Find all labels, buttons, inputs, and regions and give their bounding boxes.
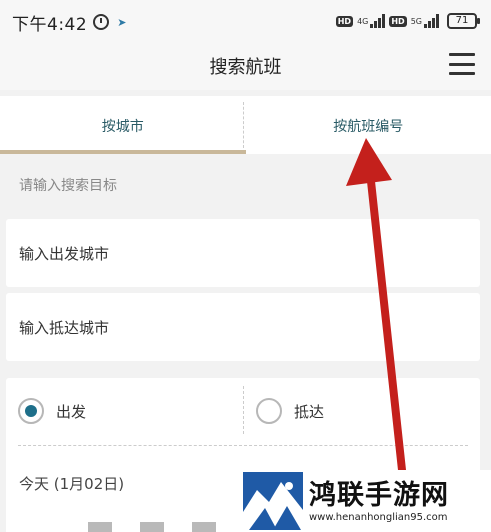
status-indicators: HD 4G HD 5G 71 (335, 13, 480, 29)
hd-badge: HD (335, 15, 354, 27)
hd-badge-2: HD (389, 15, 407, 27)
signal-icon (370, 14, 386, 28)
watermark-logo-icon (243, 472, 303, 530)
departure-city-input[interactable]: 输入出发城市 (6, 219, 480, 287)
bottom-block (88, 522, 112, 532)
tab-divider (243, 102, 244, 148)
radio-arrive-label: 抵达 (294, 402, 325, 421)
bottom-partial-items (88, 522, 216, 532)
status-time: 下午4:42 (12, 14, 88, 35)
row-separator (18, 445, 468, 446)
search-hint: 请输入搜索目标 (19, 178, 117, 194)
page-title: 搜索航班 (209, 57, 282, 78)
radio-unchecked-icon (256, 398, 282, 424)
radio-arrive[interactable]: 抵达 (256, 378, 324, 444)
bottom-block (140, 522, 164, 532)
status-bar: 下午4:42 ➤ HD 4G HD 5G 71 (0, 0, 491, 44)
app-header: 搜索航班 (0, 44, 491, 90)
bottom-block (192, 522, 216, 532)
network-label-5g: 5G (410, 16, 422, 26)
watermark-url: www.henanhonglian95.com (309, 511, 448, 523)
watermark-name: 鸿联手游网 (309, 479, 449, 511)
tab-by-city[interactable]: 按城市 (0, 96, 246, 154)
search-mode-tabs: 按城市 按航班编号 (0, 96, 491, 154)
radio-depart-label: 出发 (56, 402, 87, 421)
radio-checked-icon (18, 398, 44, 424)
radio-depart[interactable]: 出发 (18, 378, 86, 444)
date-selector[interactable]: 今天 (1月02日) (19, 473, 124, 494)
network-label-4g: 4G (357, 16, 369, 26)
navigation-arrow-icon: ➤ (117, 15, 127, 29)
tab-by-flight-number[interactable]: 按航班编号 (246, 96, 491, 154)
menu-icon[interactable] (449, 53, 475, 75)
radio-divider (243, 386, 244, 434)
signal-icon-2 (424, 14, 439, 28)
alarm-icon (93, 14, 110, 30)
watermark: 鸿联手游网 www.henanhonglian95.com (240, 470, 491, 532)
direction-radio-group: 出发 抵达 (6, 378, 480, 444)
arrival-city-input[interactable]: 输入抵达城市 (6, 293, 480, 361)
battery-icon: 71 (447, 13, 480, 29)
